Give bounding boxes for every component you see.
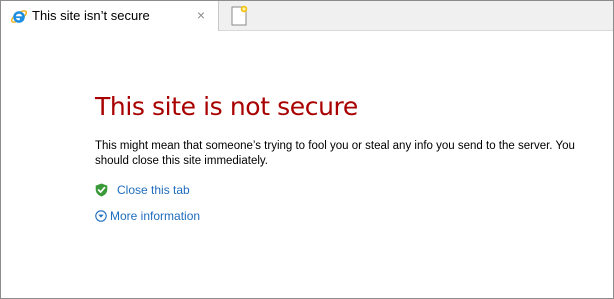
- page-content: This site is not secure This might mean …: [1, 31, 613, 298]
- expand-circle-icon: [95, 210, 107, 222]
- more-information-label: More information: [110, 209, 201, 223]
- warning-message: This might mean that someone’s trying to…: [95, 140, 575, 167]
- internet-explorer-icon: [10, 7, 28, 25]
- tab-close-button[interactable]: ×: [193, 6, 209, 24]
- close-tab-label: Close this tab: [117, 183, 190, 197]
- tab-title: This site isn’t secure: [32, 8, 150, 23]
- close-tab-link[interactable]: Close this tab: [95, 182, 190, 198]
- tab-bar: This site isn’t secure ×: [1, 1, 613, 31]
- more-information-link[interactable]: More information: [95, 208, 200, 224]
- green-shield-check-icon: [95, 183, 108, 197]
- new-tab-button[interactable]: [227, 4, 251, 28]
- active-tab[interactable]: This site isn’t secure ×: [1, 1, 219, 31]
- page-heading: This site is not secure: [95, 92, 358, 121]
- new-tab-icon: [227, 5, 251, 32]
- browser-window: This site isn’t secure × This site is no…: [0, 0, 614, 299]
